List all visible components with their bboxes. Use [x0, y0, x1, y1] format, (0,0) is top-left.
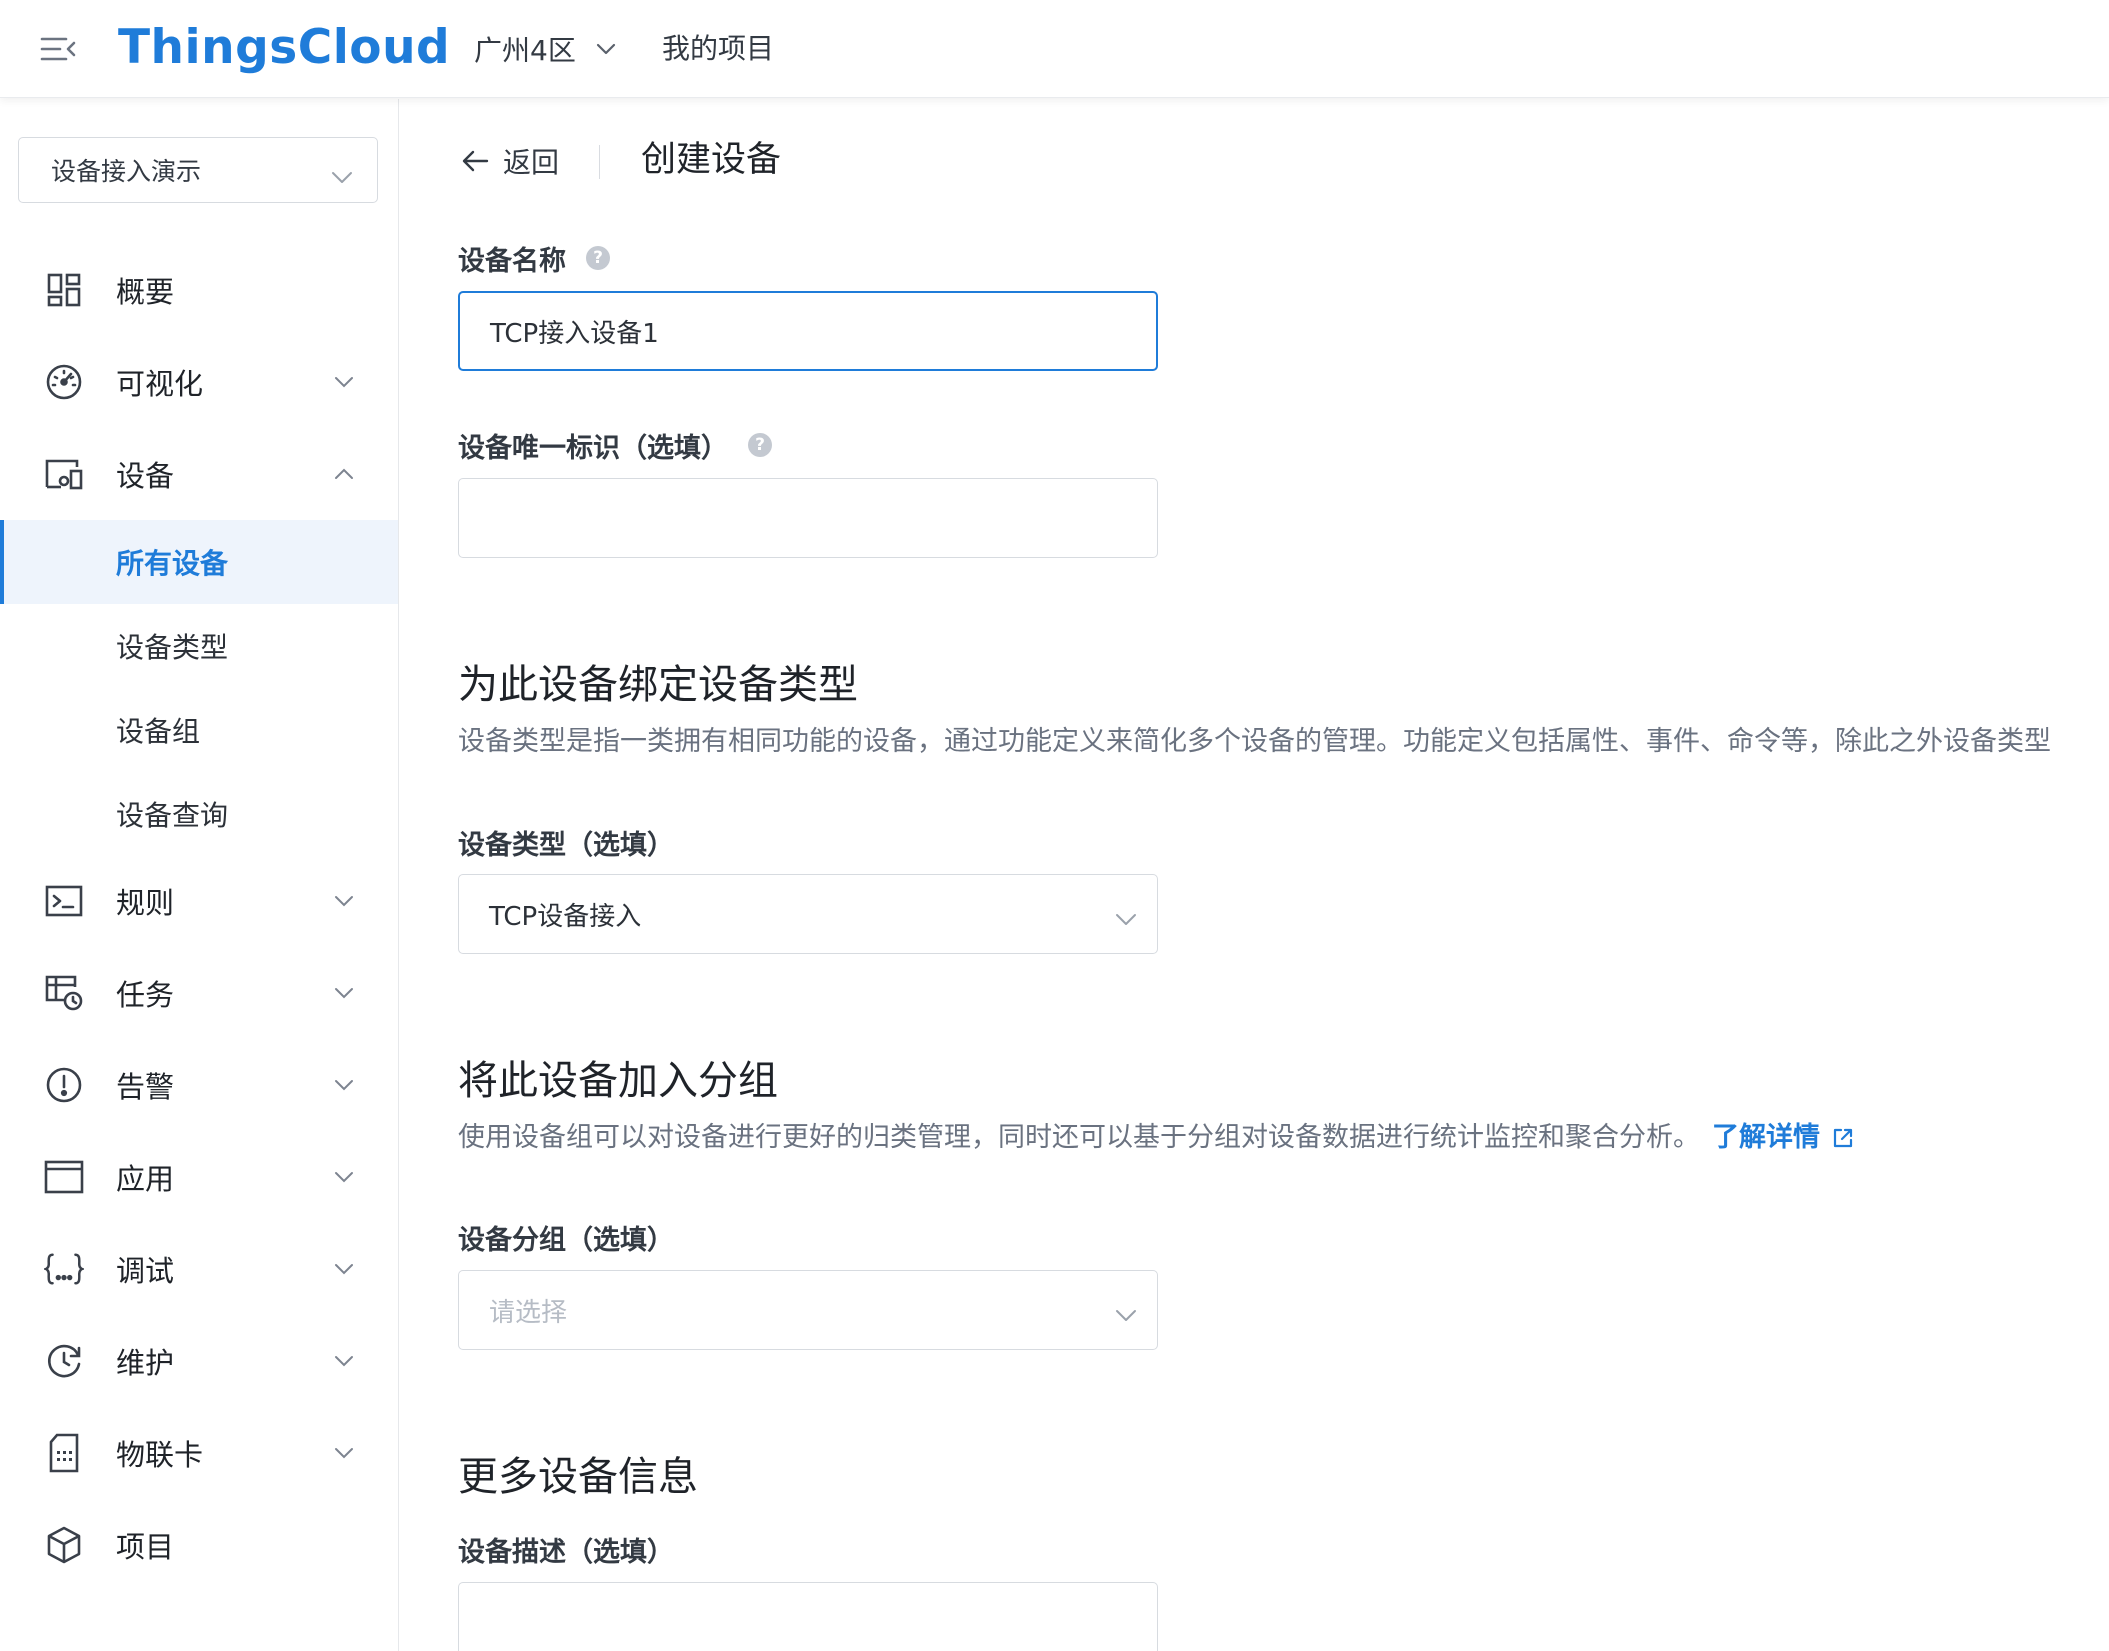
task-clock-icon: [44, 973, 84, 1013]
my-projects-link[interactable]: 我的项目: [662, 29, 774, 69]
device-name-input[interactable]: TCP接入设备1: [458, 291, 1158, 371]
device-type-label-text: 设备类型（选填）: [458, 829, 674, 861]
collapse-menu-icon[interactable]: [36, 32, 80, 66]
region-label: 广州4区: [474, 34, 576, 67]
group-section-desc-text: 使用设备组可以对设备进行更好的归类管理，同时还可以基于分组对设备数据进行统计监控…: [458, 1122, 1700, 1153]
sidebar-subitem-label: 设备组: [116, 715, 201, 748]
sidebar-subitem-device-groups[interactable]: 设备组: [0, 688, 398, 772]
chevron-down-icon: [334, 1444, 354, 1463]
device-group-label: 设备分组（选填）: [458, 1219, 674, 1256]
sidebar-item-apps[interactable]: 应用: [0, 1141, 398, 1213]
group-section-title: 将此设备加入分组: [458, 1058, 778, 1104]
device-id-input[interactable]: [458, 478, 1158, 558]
page-title: 创建设备: [641, 140, 782, 180]
device-name-value: TCP接入设备1: [490, 318, 659, 349]
maintenance-clock-icon: [44, 1341, 84, 1381]
device-group-placeholder: 请选择: [489, 1297, 568, 1328]
top-header: ThingsCloud 广州4区 我的项目: [0, 0, 2109, 98]
group-section-desc: 使用设备组可以对设备进行更好的归类管理，同时还可以基于分组对设备数据进行统计监控…: [458, 1119, 1854, 1157]
chevron-down-icon: [331, 161, 353, 190]
sidebar-item-maintenance[interactable]: 维护: [0, 1325, 398, 1397]
sidebar-item-label: 维护: [116, 1346, 175, 1380]
chevron-down-icon: [334, 1352, 354, 1371]
bind-type-section-title: 为此设备绑定设备类型: [458, 662, 858, 708]
sidebar-item-visualization[interactable]: 可视化: [0, 346, 398, 418]
sidebar-item-label: 告警: [116, 1070, 175, 1104]
device-id-label-text: 设备唯一标识（选填）: [458, 432, 728, 464]
main-content: 返回 创建设备 设备名称 ? TCP接入设备1 设备唯一标识（选填） ? 为此设…: [399, 99, 2109, 1651]
sim-card-icon: [44, 1433, 84, 1473]
device-type-value: TCP设备接入: [489, 901, 642, 932]
back-button[interactable]: 返回: [461, 141, 559, 181]
project-select[interactable]: 设备接入演示: [18, 137, 378, 203]
app-window-icon: [44, 1157, 84, 1197]
sidebar-item-rules[interactable]: 规则: [0, 865, 398, 937]
gauge-icon: [44, 362, 84, 402]
sidebar-item-label: 调试: [116, 1254, 175, 1288]
sidebar: 设备接入演示 概要 可视化 设备 所有设备 设备类型 设备组 设备查询 规则 任…: [0, 99, 399, 1651]
cube-icon: [44, 1525, 84, 1565]
project-select-value: 设备接入演示: [51, 157, 202, 186]
chevron-down-icon: [334, 373, 354, 392]
chevron-down-icon: [334, 1076, 354, 1095]
braces-icon: [44, 1249, 84, 1289]
chevron-down-icon: [1115, 903, 1137, 933]
alert-circle-icon: [44, 1065, 84, 1105]
sidebar-subitem-device-types[interactable]: 设备类型: [0, 604, 398, 688]
sidebar-item-label: 应用: [116, 1162, 175, 1196]
region-selector[interactable]: 广州4区: [474, 29, 616, 69]
sidebar-subitem-label: 所有设备: [116, 547, 229, 580]
sidebar-item-iot-card[interactable]: 物联卡: [0, 1417, 398, 1489]
sidebar-item-label: 设备: [116, 459, 175, 493]
sidebar-item-tasks[interactable]: 任务: [0, 957, 398, 1029]
chevron-down-icon: [1115, 1299, 1137, 1329]
external-link-icon: [1832, 1127, 1854, 1149]
bind-type-section-desc: 设备类型是指一类拥有相同功能的设备，通过功能定义来简化多个设备的管理。功能定义包…: [458, 726, 2051, 757]
sidebar-item-label: 可视化: [116, 367, 204, 401]
more-info-section-title: 更多设备信息: [458, 1454, 698, 1500]
chevron-down-icon: [334, 892, 354, 911]
sidebar-item-devices[interactable]: 设备: [0, 438, 398, 510]
sidebar-item-projects[interactable]: 项目: [0, 1509, 398, 1581]
sidebar-item-overview[interactable]: 概要: [0, 254, 398, 326]
sidebar-item-label: 项目: [116, 1530, 175, 1564]
devices-icon: [44, 454, 84, 494]
device-desc-label-text: 设备描述（选填）: [458, 1536, 674, 1568]
back-label: 返回: [503, 146, 560, 179]
device-group-label-text: 设备分组（选填）: [458, 1224, 674, 1256]
chevron-down-icon: [334, 1168, 354, 1187]
logo[interactable]: ThingsCloud: [118, 20, 450, 76]
device-name-label-text: 设备名称: [458, 245, 566, 277]
learn-more-link[interactable]: 了解详情: [1712, 1119, 1854, 1157]
sidebar-subitem-all-devices[interactable]: 所有设备: [0, 520, 398, 604]
sidebar-item-label: 规则: [116, 886, 175, 920]
device-name-label: 设备名称 ?: [458, 240, 610, 277]
device-group-select[interactable]: 请选择: [458, 1270, 1158, 1350]
device-desc-label: 设备描述（选填）: [458, 1531, 674, 1568]
sidebar-item-debug[interactable]: 调试: [0, 1233, 398, 1305]
chevron-down-icon: [596, 43, 616, 55]
chevron-down-icon: [334, 1260, 354, 1279]
arrow-left-icon: [461, 149, 489, 173]
sidebar-item-label: 概要: [116, 275, 175, 309]
sidebar-subitem-label: 设备类型: [116, 631, 229, 664]
device-id-label: 设备唯一标识（选填） ?: [458, 427, 772, 464]
terminal-icon: [44, 881, 84, 921]
help-icon[interactable]: ?: [586, 246, 610, 270]
sidebar-subitem-device-query[interactable]: 设备查询: [0, 772, 398, 856]
sidebar-item-label: 任务: [116, 978, 175, 1012]
learn-more-label: 了解详情: [1712, 1122, 1820, 1153]
divider: [599, 145, 600, 179]
device-desc-textarea[interactable]: [458, 1582, 1158, 1651]
chevron-down-icon: [334, 984, 354, 1003]
device-type-label: 设备类型（选填）: [458, 824, 674, 861]
sidebar-item-label: 物联卡: [116, 1438, 204, 1472]
dashboard-grid-icon: [44, 270, 84, 310]
chevron-up-icon: [334, 465, 354, 484]
sidebar-item-alerts[interactable]: 告警: [0, 1049, 398, 1121]
device-type-select[interactable]: TCP设备接入: [458, 874, 1158, 954]
help-icon[interactable]: ?: [748, 433, 772, 457]
sidebar-subitem-label: 设备查询: [116, 799, 229, 832]
